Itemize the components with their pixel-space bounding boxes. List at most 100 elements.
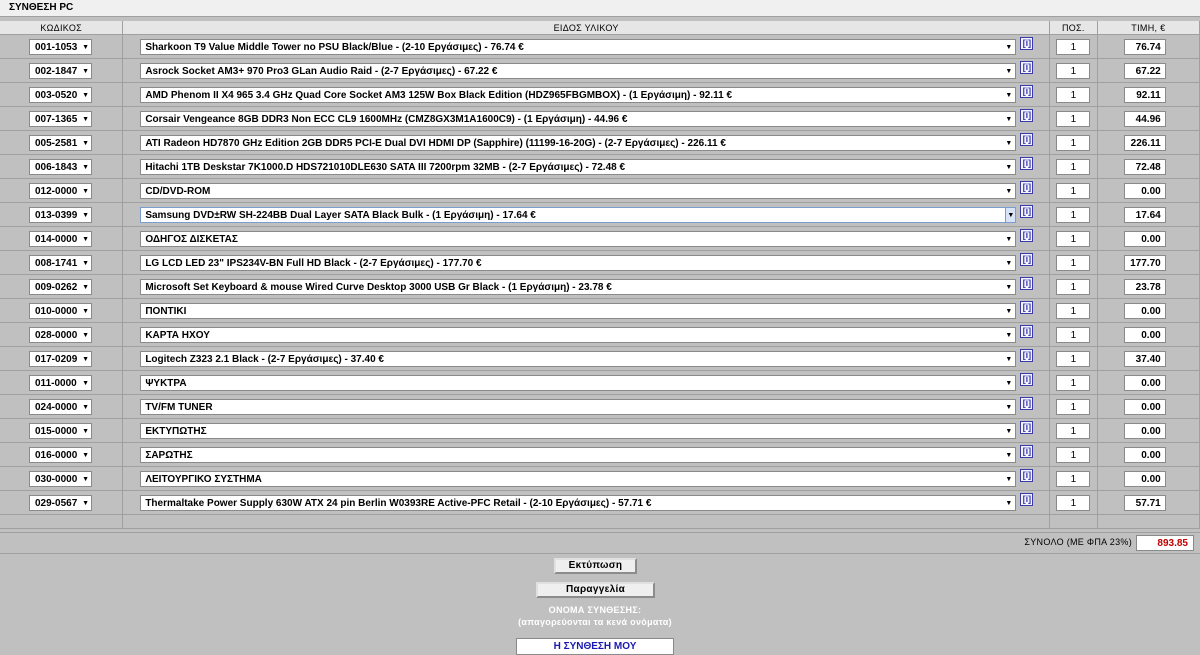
code-select[interactable]: 006-1843 ▼ <box>29 158 92 175</box>
item-select[interactable]: Samsung DVD±RW SH-224BB Dual Layer SATA … <box>140 206 1017 223</box>
qty-input[interactable]: 1 <box>1056 494 1091 511</box>
item-select[interactable]: Microsoft Set Keyboard & mouse Wired Cur… <box>140 278 1017 295</box>
info-icon[interactable]: [i] <box>1020 397 1034 410</box>
item-select[interactable]: Asrock Socket AM3+ 970 Pro3 GLan Audio R… <box>140 62 1017 79</box>
info-icon[interactable]: [i] <box>1020 349 1034 362</box>
code-select[interactable]: 011-0000 ▼ <box>29 374 92 391</box>
item-select[interactable]: AMD Phenom II X4 965 3.4 GHz Quad Core S… <box>140 86 1017 103</box>
info-icon[interactable]: [i] <box>1020 493 1034 506</box>
item-cell: Hitachi 1TB Deskstar 7K1000.D HDS721010D… <box>122 154 1050 179</box>
price-value: 0.00 <box>1123 470 1166 487</box>
code-select[interactable]: 010-0000 ▼ <box>29 302 92 319</box>
item-cell: ΛΕΙΤΟΥΡΓΙΚΟ ΣΥΣΤΗΜΑ ▼ [i] <box>122 466 1050 491</box>
item-select[interactable]: Hitachi 1TB Deskstar 7K1000.D HDS721010D… <box>140 158 1017 175</box>
price-cell: 23.78 <box>1097 274 1200 299</box>
code-value: 029-0567 <box>35 497 78 509</box>
code-select[interactable]: 017-0209 ▼ <box>29 350 92 367</box>
info-icon[interactable]: [i] <box>1020 37 1034 50</box>
code-select[interactable]: 008-1741 ▼ <box>29 254 92 271</box>
qty-input[interactable]: 1 <box>1056 422 1091 439</box>
qty-input[interactable]: 1 <box>1056 158 1091 175</box>
code-select[interactable]: 007-1365 ▼ <box>29 110 92 127</box>
code-select[interactable]: 003-0520 ▼ <box>29 86 92 103</box>
info-icon[interactable]: [i] <box>1020 445 1034 458</box>
qty-input[interactable]: 1 <box>1056 62 1091 79</box>
code-select[interactable]: 015-0000 ▼ <box>29 422 92 439</box>
item-select[interactable]: TV/FM TUNER ▼ <box>140 398 1017 415</box>
price-value: 23.78 <box>1123 278 1166 295</box>
qty-input[interactable]: 1 <box>1056 470 1091 487</box>
info-icon[interactable]: [i] <box>1020 421 1034 434</box>
code-select[interactable]: 028-0000 ▼ <box>29 326 92 343</box>
qty-input[interactable]: 1 <box>1056 230 1091 247</box>
info-icon[interactable]: [i] <box>1020 157 1034 170</box>
qty-input[interactable]: 1 <box>1056 302 1091 319</box>
qty-input[interactable]: 1 <box>1056 182 1091 199</box>
info-icon[interactable]: [i] <box>1020 109 1034 122</box>
info-icon[interactable]: [i] <box>1020 61 1034 74</box>
item-select[interactable]: ΟΔΗΓΟΣ ΔΙΣΚΕΤΑΣ ▼ <box>140 230 1017 247</box>
info-icon[interactable]: [i] <box>1020 277 1034 290</box>
item-select[interactable]: ΣΑΡΩΤΗΣ ▼ <box>140 446 1017 463</box>
info-icon[interactable]: [i] <box>1020 325 1034 338</box>
qty-input[interactable]: 1 <box>1056 86 1091 103</box>
qty-input[interactable]: 1 <box>1056 350 1091 367</box>
price-cell: 37.40 <box>1097 346 1200 371</box>
info-icon[interactable]: [i] <box>1020 181 1034 194</box>
item-select[interactable]: ΚΑΡΤΑ ΗΧΟΥ ▼ <box>140 326 1017 343</box>
code-select[interactable]: 016-0000 ▼ <box>29 446 92 463</box>
item-select[interactable]: ΛΕΙΤΟΥΡΓΙΚΟ ΣΥΣΤΗΜΑ ▼ <box>140 470 1017 487</box>
qty-input[interactable]: 1 <box>1056 374 1091 391</box>
qty-input[interactable]: 1 <box>1056 446 1091 463</box>
item-select[interactable]: LG LCD LED 23" IPS234V-BN Full HD Black … <box>140 254 1017 271</box>
item-select[interactable]: Thermaltake Power Supply 630W ATX 24 pin… <box>140 494 1017 511</box>
item-select[interactable]: Logitech Z323 2.1 Black - (2-7 Εργάσιμες… <box>140 350 1017 367</box>
qty-input[interactable]: 1 <box>1056 398 1091 415</box>
item-select[interactable]: CD/DVD-ROM ▼ <box>140 182 1017 199</box>
info-icon[interactable]: [i] <box>1020 85 1034 98</box>
item-select[interactable]: Sharkoon T9 Value Middle Tower no PSU Bl… <box>140 38 1017 55</box>
code-select[interactable]: 030-0000 ▼ <box>29 470 92 487</box>
price-cell: 0.00 <box>1097 418 1200 443</box>
code-select[interactable]: 009-0262 ▼ <box>29 278 92 295</box>
composition-name-input[interactable]: Η ΣΥΝΘΕΣΗ ΜΟΥ <box>516 638 674 655</box>
item-select[interactable]: ΕΚΤΥΠΩΤΗΣ ▼ <box>140 422 1017 439</box>
code-value: 008-1741 <box>35 257 78 269</box>
info-icon[interactable]: [i] <box>1020 229 1034 242</box>
price-value: 0.00 <box>1123 422 1166 439</box>
qty-input[interactable]: 1 <box>1056 206 1091 223</box>
code-select[interactable]: 012-0000 ▼ <box>29 182 92 199</box>
code-select[interactable]: 013-0399 ▼ <box>29 206 92 223</box>
info-icon[interactable]: [i] <box>1020 205 1034 218</box>
info-icon[interactable]: [i] <box>1020 469 1034 482</box>
item-select[interactable]: ΨΥΚΤΡΑ ▼ <box>140 374 1017 391</box>
info-icon[interactable]: [i] <box>1020 301 1034 314</box>
code-select[interactable]: 014-0000 ▼ <box>29 230 92 247</box>
qty-input[interactable]: 1 <box>1056 278 1091 295</box>
qty-input[interactable]: 1 <box>1056 326 1091 343</box>
code-select[interactable]: 001-1053 ▼ <box>29 38 92 55</box>
code-select[interactable]: 024-0000 ▼ <box>29 398 92 415</box>
price-cell: 0.00 <box>1097 322 1200 347</box>
qty-input[interactable]: 1 <box>1056 134 1091 151</box>
price-cell: 0.00 <box>1097 370 1200 395</box>
chevron-down-icon: ▼ <box>1005 207 1016 222</box>
qty-input[interactable]: 1 <box>1056 254 1091 271</box>
qty-input[interactable]: 1 <box>1056 38 1091 55</box>
info-icon[interactable]: [i] <box>1020 253 1034 266</box>
code-select[interactable]: 029-0567 ▼ <box>29 494 92 511</box>
info-icon[interactable]: [i] <box>1020 373 1034 386</box>
chevron-down-icon: ▼ <box>1005 259 1013 267</box>
item-select[interactable]: Corsair Vengeance 8GB DDR3 Non ECC CL9 1… <box>140 110 1017 127</box>
code-value: 002-1847 <box>35 65 78 77</box>
item-cell: ΣΑΡΩΤΗΣ ▼ [i] <box>122 442 1050 467</box>
code-select[interactable]: 005-2581 ▼ <box>29 134 92 151</box>
info-icon[interactable]: [i] <box>1020 133 1034 146</box>
print-button[interactable]: Εκτύπωση <box>554 558 637 574</box>
item-select[interactable]: ATI Radeon HD7870 GHz Edition 2GB DDR5 P… <box>140 134 1017 151</box>
item-select[interactable]: ΠΟΝΤΙΚΙ ▼ <box>140 302 1017 319</box>
price-value: 0.00 <box>1123 230 1166 247</box>
qty-input[interactable]: 1 <box>1056 110 1091 127</box>
code-select[interactable]: 002-1847 ▼ <box>29 62 92 79</box>
order-button[interactable]: Παραγγελία <box>536 582 655 598</box>
